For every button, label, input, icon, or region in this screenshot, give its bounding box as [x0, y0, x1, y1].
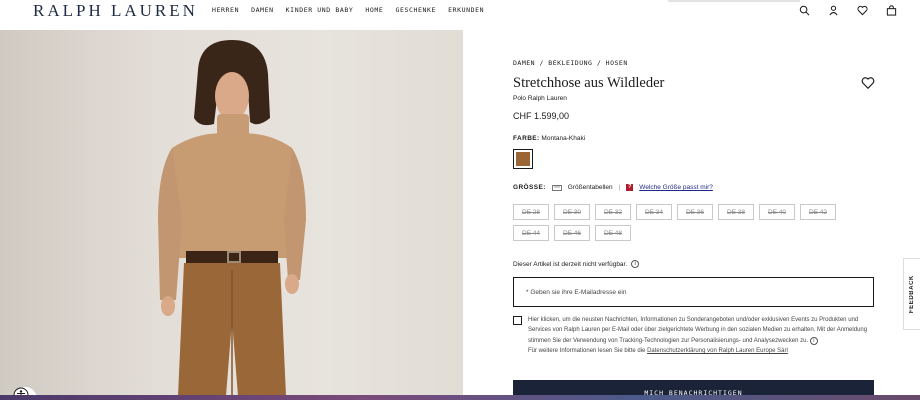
nav-item-geschenke[interactable]: GESCHENKE: [395, 6, 436, 14]
feedback-label: FEEDBACK: [909, 274, 915, 314]
size-option[interactable]: DE 44: [513, 225, 549, 241]
color-swatch[interactable]: [513, 149, 533, 169]
size-option[interactable]: DE 34: [636, 204, 672, 220]
size-label: GRÖSSE:: [513, 184, 546, 191]
privacy-prefix: Für weitere Informationen lesen Sie bitt…: [528, 348, 646, 355]
size-option[interactable]: DE 46: [554, 225, 590, 241]
heart-icon[interactable]: [855, 3, 869, 17]
nav-item-erkunden[interactable]: ERKUNDEN: [448, 6, 484, 14]
model-photo: [158, 40, 306, 396]
product-price: CHF 1.599,00: [513, 111, 570, 121]
size-option[interactable]: DE 40: [759, 204, 795, 220]
main-nav: HERREN DAMEN KINDER UND BABY HOME GESCHE…: [212, 6, 484, 14]
separator: |: [618, 184, 621, 191]
size-option[interactable]: DE 30: [554, 204, 590, 220]
size-header: GRÖSSE: Größentabellen | ? Welche Größe …: [513, 184, 713, 191]
newsletter-consent: Hier klicken, um die neusten Nachrichten…: [513, 315, 874, 357]
taskbar-strip: [0, 395, 920, 400]
consent-info-icon[interactable]: i: [809, 337, 818, 346]
size-option[interactable]: DE 36: [677, 204, 713, 220]
size-option[interactable]: DE 42: [800, 204, 836, 220]
size-chart-link[interactable]: Größentabellen: [568, 184, 613, 191]
size-option[interactable]: DE 32: [595, 204, 631, 220]
product-image[interactable]: [0, 30, 463, 396]
color-label: FARBE: Montana-Khaki: [513, 135, 585, 142]
search-icon[interactable]: [797, 3, 811, 17]
nav-item-kinder[interactable]: KINDER UND BABY: [286, 6, 354, 14]
privacy-link[interactable]: Datenschutzerklärung von Ralph Lauren Eu…: [647, 348, 788, 354]
fit-finder-link[interactable]: Welche Größe passt mir?: [639, 184, 713, 191]
size-option[interactable]: DE 28: [513, 204, 549, 220]
nav-item-home[interactable]: HOME: [365, 6, 383, 14]
site-header: RALPH LAUREN HERREN DAMEN KINDER UND BAB…: [0, 0, 920, 30]
consent-checkbox[interactable]: [513, 316, 522, 325]
ruler-icon: [551, 184, 562, 191]
feedback-tab[interactable]: FEEDBACK: [903, 258, 920, 330]
product-title: Stretchhose aus Wildleder: [513, 75, 665, 91]
size-option[interactable]: DE 48: [595, 225, 631, 241]
wishlist-heart-icon[interactable]: [861, 76, 875, 90]
consent-text: Hier klicken, um die neusten Nachrichten…: [528, 315, 874, 357]
size-options: DE 28 DE 30 DE 32 DE 34 DE 36 DE 38 DE 4…: [513, 204, 853, 241]
brand-logo[interactable]: RALPH LAUREN: [33, 1, 198, 21]
info-icon[interactable]: i: [631, 260, 640, 268]
color-label-key: FARBE:: [513, 135, 540, 142]
availability-message: Dieser Artikel ist derzeit nicht verfügb…: [513, 260, 640, 268]
bag-icon[interactable]: [884, 3, 898, 17]
size-option[interactable]: DE 38: [718, 204, 754, 220]
color-value: Montana-Khaki: [541, 135, 586, 142]
nav-item-damen[interactable]: DAMEN: [251, 6, 274, 14]
email-field[interactable]: [513, 277, 874, 307]
product-brand: Polo Ralph Lauren: [513, 95, 567, 102]
header-divider: [668, 0, 800, 2]
nav-item-herren[interactable]: HERREN: [212, 6, 239, 14]
user-icon[interactable]: [826, 3, 840, 17]
header-icons: [797, 3, 898, 17]
breadcrumb[interactable]: DAMEN / BEKLEIDUNG / HOSEN: [513, 59, 628, 67]
fit-help-icon: ?: [626, 184, 634, 191]
swatch-fill: [516, 152, 530, 166]
availability-text: Dieser Artikel ist derzeit nicht verfügb…: [513, 260, 628, 268]
